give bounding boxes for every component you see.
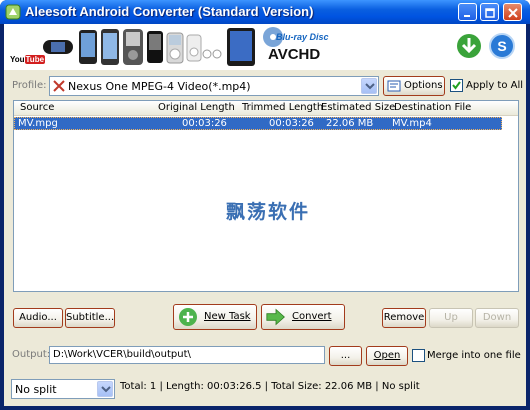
close-button[interactable]: [503, 3, 522, 21]
profile-value: Nexus One MPEG-4 Video(*.mp4): [68, 80, 251, 93]
ipod-device-icon: [166, 32, 184, 64]
split-value: No split: [15, 383, 57, 396]
device-banner: YouTube Blu-ray Disc AVCHD S: [4, 24, 526, 70]
task-list[interactable]: Source Original Length Trimmed Length Es…: [13, 100, 519, 292]
column-trimmed-length[interactable]: Trimmed Length: [242, 102, 323, 113]
app-window: Aleesoft Android Converter (Standard Ver…: [0, 0, 530, 410]
row-trimmed-length: 00:03:26: [269, 118, 314, 129]
merge-label: Merge into one file: [427, 350, 521, 361]
chevron-down-icon: [101, 386, 111, 393]
profile-device-icon: [53, 80, 65, 92]
ipad-device-icon: [227, 28, 255, 66]
checkmark-icon: [452, 81, 461, 90]
row-destination: MV.mp4: [392, 118, 432, 129]
psp-device-icon: [43, 40, 73, 54]
iphone-device-icon: [101, 29, 119, 65]
download-update-icon[interactable]: [455, 32, 483, 60]
title-bar[interactable]: Aleesoft Android Converter (Standard Ver…: [0, 0, 530, 24]
column-estimated-size[interactable]: Estimated Size: [321, 102, 395, 113]
options-icon: [387, 80, 401, 92]
split-dropdown-button[interactable]: [97, 381, 113, 397]
options-button[interactable]: Options: [383, 76, 445, 96]
add-icon: [179, 308, 197, 326]
apply-to-all-label: Apply to All: [466, 80, 524, 91]
walkman-device-icon: [123, 29, 143, 65]
chevron-down-icon: [365, 83, 375, 90]
merge-checkbox[interactable]: [412, 349, 425, 362]
audio-button[interactable]: Audio...: [13, 308, 63, 328]
options-label: Options: [404, 80, 443, 91]
status-bar: No split Total: 1 | Length: 00:03:26.5 |…: [4, 375, 526, 406]
row-original-length: 00:03:26: [182, 118, 227, 129]
open-button[interactable]: Open: [366, 346, 408, 366]
new-task-button[interactable]: New Task: [173, 304, 257, 330]
window-title: Aleesoft Android Converter (Standard Ver…: [25, 4, 314, 19]
arrow-right-icon: [266, 308, 285, 326]
convert-button[interactable]: Convert: [261, 304, 345, 330]
remove-button[interactable]: Remove: [382, 308, 426, 328]
apply-to-all-checkbox[interactable]: [450, 79, 463, 92]
maximize-button[interactable]: [480, 3, 499, 21]
table-row[interactable]: MV.mpg 00:03:26 00:03:26 22.06 MB MV.mp4: [14, 117, 502, 130]
output-label: Output:: [12, 349, 51, 360]
open-label: Open: [373, 350, 401, 361]
profile-label: Profile:: [12, 80, 47, 91]
minimize-icon: [464, 15, 470, 17]
subtitle-button[interactable]: Subtitle...: [65, 308, 115, 328]
split-select[interactable]: No split: [11, 379, 115, 399]
nano-device-icon: [186, 34, 202, 62]
browse-button[interactable]: ...: [329, 346, 362, 366]
skin-settings-icon[interactable]: S: [488, 32, 516, 60]
bluray-avchd-logo: Blu-ray Disc AVCHD: [262, 26, 329, 66]
watermark-text: 飘荡软件: [226, 201, 311, 223]
minimize-button[interactable]: [458, 3, 477, 21]
column-destination-file[interactable]: Destination File: [394, 102, 471, 113]
status-summary: Total: 1 | Length: 00:03:26.5 | Total Si…: [120, 381, 420, 392]
maximize-icon: [485, 8, 495, 18]
youtube-logo: YouTube: [10, 55, 46, 64]
profile-dropdown-button[interactable]: [361, 78, 377, 94]
client-area: YouTube Blu-ray Disc AVCHD S Profile: Ne…: [4, 24, 526, 406]
move-up-button[interactable]: Up: [429, 308, 473, 328]
output-path-field[interactable]: D:\Work\VCER\build\output\: [49, 346, 325, 364]
move-down-button[interactable]: Down: [475, 308, 519, 328]
earbuds-device-icon: [202, 49, 222, 59]
row-estimated-size: 22.06 MB: [326, 118, 374, 129]
convert-label: Convert: [292, 311, 332, 322]
phone-device-icon: [79, 30, 97, 64]
profile-select[interactable]: Nexus One MPEG-4 Video(*.mp4): [49, 76, 379, 96]
close-icon: [508, 8, 518, 18]
new-task-label: New Task: [204, 311, 251, 322]
column-source[interactable]: Source: [20, 102, 54, 113]
svg-text:S: S: [497, 38, 506, 54]
media-player-device-icon: [147, 31, 163, 63]
app-icon: [5, 4, 21, 20]
column-original-length[interactable]: Original Length: [158, 102, 235, 113]
row-source: MV.mpg: [18, 118, 58, 129]
task-list-header: Source Original Length Trimmed Length Es…: [14, 101, 518, 116]
